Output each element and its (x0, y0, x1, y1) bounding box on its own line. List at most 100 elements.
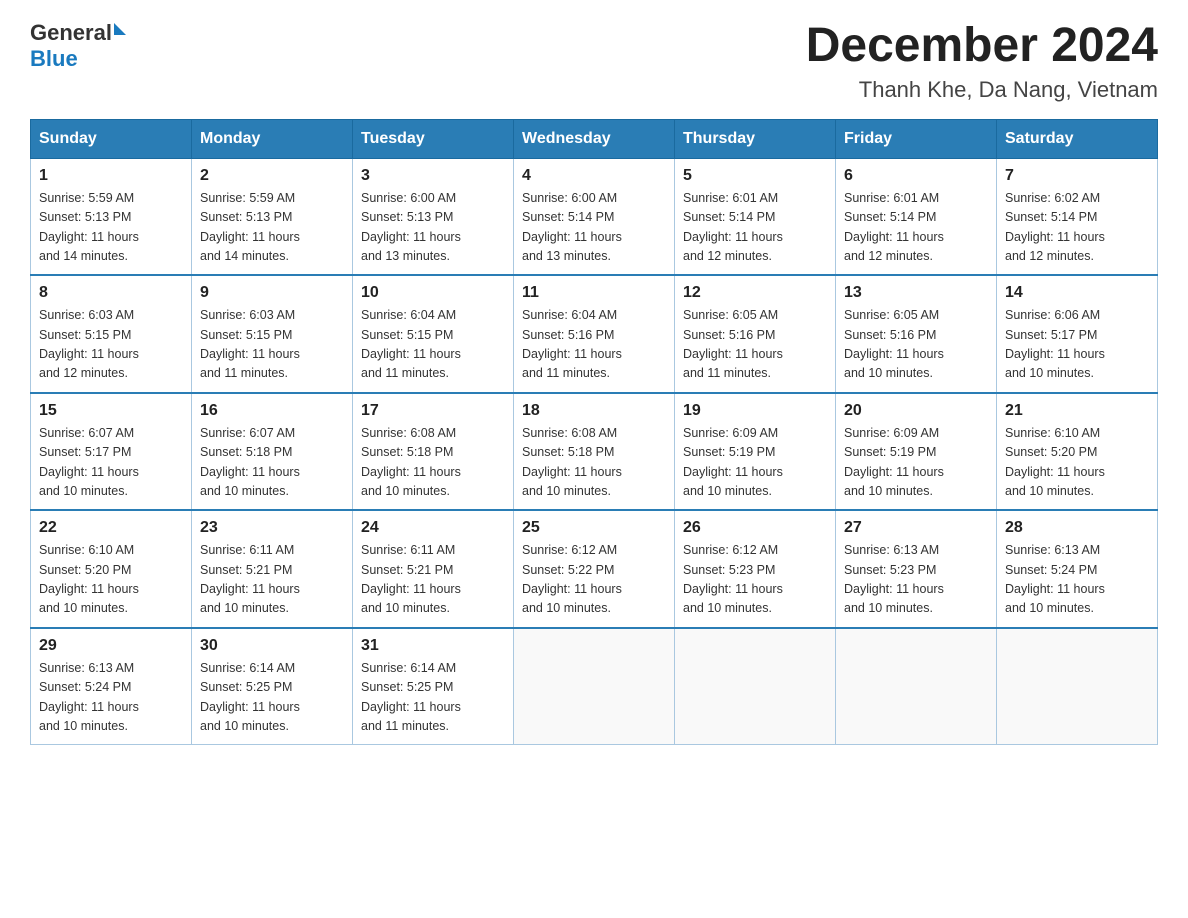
table-row: 12Sunrise: 6:05 AMSunset: 5:16 PMDayligh… (675, 275, 836, 393)
table-row: 25 Sunrise: 6:12 AMSunset: 5:22 PMDayligh… (514, 510, 675, 628)
table-row: 13Sunrise: 6:05 AMSunset: 5:16 PMDayligh… (836, 275, 997, 393)
table-row: 29Sunrise: 6:13 AMSunset: 5:24 PMDayligh… (31, 628, 192, 745)
day-info: Sunrise: 6:07 AMSunset: 5:17 PMDaylight:… (39, 424, 183, 502)
day-number: 6 (844, 167, 988, 185)
day-number: 29 (39, 637, 183, 655)
day-info: Sunrise: 6:12 AMSunset: 5:23 PMDaylight:… (683, 541, 827, 619)
day-number: 22 (39, 519, 183, 537)
col-monday: Monday (192, 119, 353, 158)
table-row: 22 Sunrise: 6:10 AMSunset: 5:20 PMDayligh… (31, 510, 192, 628)
day-number: 9 (200, 284, 344, 302)
day-number: 14 (1005, 284, 1149, 302)
day-number: 8 (39, 284, 183, 302)
logo-blue-text: Blue (30, 46, 78, 72)
day-info: Sunrise: 6:06 AMSunset: 5:17 PMDaylight:… (1005, 306, 1149, 384)
logo-general-text: General (30, 20, 112, 46)
table-row: 1 Sunrise: 5:59 AMSunset: 5:13 PMDaylight… (31, 158, 192, 275)
day-info: Sunrise: 6:02 AMSunset: 5:14 PMDaylight:… (1005, 189, 1149, 267)
day-info: Sunrise: 6:11 AMSunset: 5:21 PMDaylight:… (361, 541, 505, 619)
table-row: 11 Sunrise: 6:04 AMSunset: 5:16 PMDayligh… (514, 275, 675, 393)
table-row: 18Sunrise: 6:08 AMSunset: 5:18 PMDayligh… (514, 393, 675, 511)
day-info: Sunrise: 6:09 AMSunset: 5:19 PMDaylight:… (683, 424, 827, 502)
day-number: 5 (683, 167, 827, 185)
table-row (997, 628, 1158, 745)
table-row: 23 Sunrise: 6:11 AMSunset: 5:21 PMDayligh… (192, 510, 353, 628)
col-saturday: Saturday (997, 119, 1158, 158)
day-info: Sunrise: 6:12 AMSunset: 5:22 PMDaylight:… (522, 541, 666, 619)
day-number: 15 (39, 402, 183, 420)
day-number: 7 (1005, 167, 1149, 185)
day-number: 25 (522, 519, 666, 537)
calendar-week-row: 15 Sunrise: 6:07 AMSunset: 5:17 PMDayligh… (31, 393, 1158, 511)
day-number: 2 (200, 167, 344, 185)
table-row: 15 Sunrise: 6:07 AMSunset: 5:17 PMDayligh… (31, 393, 192, 511)
day-info: Sunrise: 6:08 AMSunset: 5:18 PMDaylight:… (361, 424, 505, 502)
day-info: Sunrise: 6:01 AMSunset: 5:14 PMDaylight:… (844, 189, 988, 267)
table-row: 17 Sunrise: 6:08 AMSunset: 5:18 PMDayligh… (353, 393, 514, 511)
month-year-title: December 2024 (806, 20, 1158, 73)
day-info: Sunrise: 6:08 AMSunset: 5:18 PMDaylight:… (522, 424, 666, 502)
page-header: General Blue December 2024 Thanh Khe, Da… (30, 20, 1158, 103)
col-sunday: Sunday (31, 119, 192, 158)
table-row: 9 Sunrise: 6:03 AMSunset: 5:15 PMDaylight… (192, 275, 353, 393)
day-info: Sunrise: 6:07 AMSunset: 5:18 PMDaylight:… (200, 424, 344, 502)
day-number: 10 (361, 284, 505, 302)
day-number: 28 (1005, 519, 1149, 537)
table-row: 10 Sunrise: 6:04 AMSunset: 5:15 PMDayligh… (353, 275, 514, 393)
day-number: 11 (522, 284, 666, 302)
table-row: 31Sunrise: 6:14 AMSunset: 5:25 PMDayligh… (353, 628, 514, 745)
table-row (675, 628, 836, 745)
table-row: 6 Sunrise: 6:01 AMSunset: 5:14 PMDaylight… (836, 158, 997, 275)
col-wednesday: Wednesday (514, 119, 675, 158)
day-info: Sunrise: 6:04 AMSunset: 5:15 PMDaylight:… (361, 306, 505, 384)
day-info: Sunrise: 6:00 AMSunset: 5:13 PMDaylight:… (361, 189, 505, 267)
day-info: Sunrise: 6:09 AMSunset: 5:19 PMDaylight:… (844, 424, 988, 502)
table-row: 21Sunrise: 6:10 AMSunset: 5:20 PMDayligh… (997, 393, 1158, 511)
table-row: 4 Sunrise: 6:00 AMSunset: 5:14 PMDaylight… (514, 158, 675, 275)
day-info: Sunrise: 6:00 AMSunset: 5:14 PMDaylight:… (522, 189, 666, 267)
day-number: 30 (200, 637, 344, 655)
day-info: Sunrise: 6:05 AMSunset: 5:16 PMDaylight:… (844, 306, 988, 384)
day-number: 27 (844, 519, 988, 537)
day-number: 4 (522, 167, 666, 185)
table-row: 8Sunrise: 6:03 AMSunset: 5:15 PMDaylight… (31, 275, 192, 393)
day-number: 17 (361, 402, 505, 420)
day-info: Sunrise: 6:13 AMSunset: 5:24 PMDaylight:… (1005, 541, 1149, 619)
day-info: Sunrise: 6:10 AMSunset: 5:20 PMDaylight:… (1005, 424, 1149, 502)
day-number: 23 (200, 519, 344, 537)
day-info: Sunrise: 6:11 AMSunset: 5:21 PMDaylight:… (200, 541, 344, 619)
day-number: 16 (200, 402, 344, 420)
table-row: 30Sunrise: 6:14 AMSunset: 5:25 PMDayligh… (192, 628, 353, 745)
col-tuesday: Tuesday (353, 119, 514, 158)
day-info: Sunrise: 5:59 AMSunset: 5:13 PMDaylight:… (200, 189, 344, 267)
table-row: 20Sunrise: 6:09 AMSunset: 5:19 PMDayligh… (836, 393, 997, 511)
title-section: December 2024 Thanh Khe, Da Nang, Vietna… (806, 20, 1158, 103)
day-number: 26 (683, 519, 827, 537)
day-info: Sunrise: 6:01 AMSunset: 5:14 PMDaylight:… (683, 189, 827, 267)
table-row: 26 Sunrise: 6:12 AMSunset: 5:23 PMDayligh… (675, 510, 836, 628)
day-number: 19 (683, 402, 827, 420)
calendar-header-row: Sunday Monday Tuesday Wednesday Thursday… (31, 119, 1158, 158)
table-row: 28 Sunrise: 6:13 AMSunset: 5:24 PMDayligh… (997, 510, 1158, 628)
day-number: 12 (683, 284, 827, 302)
table-row (836, 628, 997, 745)
table-row: 24 Sunrise: 6:11 AMSunset: 5:21 PMDayligh… (353, 510, 514, 628)
table-row: 19 Sunrise: 6:09 AMSunset: 5:19 PMDayligh… (675, 393, 836, 511)
table-row: 14 Sunrise: 6:06 AMSunset: 5:17 PMDayligh… (997, 275, 1158, 393)
calendar-table: Sunday Monday Tuesday Wednesday Thursday… (30, 119, 1158, 746)
table-row: 16 Sunrise: 6:07 AMSunset: 5:18 PMDayligh… (192, 393, 353, 511)
day-number: 24 (361, 519, 505, 537)
col-friday: Friday (836, 119, 997, 158)
location-subtitle: Thanh Khe, Da Nang, Vietnam (806, 77, 1158, 103)
day-info: Sunrise: 6:03 AMSunset: 5:15 PMDaylight:… (200, 306, 344, 384)
day-number: 1 (39, 167, 183, 185)
day-info: Sunrise: 6:10 AMSunset: 5:20 PMDaylight:… (39, 541, 183, 619)
day-info: Sunrise: 5:59 AMSunset: 5:13 PMDaylight:… (39, 189, 183, 267)
calendar-week-row: 29Sunrise: 6:13 AMSunset: 5:24 PMDayligh… (31, 628, 1158, 745)
table-row: 27Sunrise: 6:13 AMSunset: 5:23 PMDayligh… (836, 510, 997, 628)
calendar-week-row: 8 Sunrise: 6:03 AMSunset: 5:15 PMDaylight… (31, 275, 1158, 393)
day-info: Sunrise: 6:04 AMSunset: 5:16 PMDaylight:… (522, 306, 666, 384)
logo-triangle-icon (114, 23, 126, 35)
day-number: 31 (361, 637, 505, 655)
table-row: 3Sunrise: 6:00 AMSunset: 5:13 PMDaylight… (353, 158, 514, 275)
